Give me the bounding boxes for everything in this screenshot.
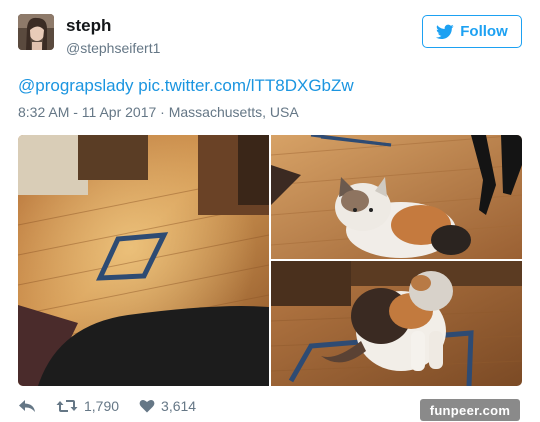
- photo-image: [18, 135, 269, 386]
- photo-image: [271, 135, 522, 259]
- reply-button[interactable]: [18, 399, 36, 413]
- tweet-actions: 1,790 3,614: [18, 398, 216, 414]
- watermark: funpeer.com: [420, 399, 520, 421]
- user-avatar-icon: [18, 14, 54, 50]
- pic-link[interactable]: pic.twitter.com/lTT8DXGbZw: [138, 76, 353, 95]
- follow-label: Follow: [460, 23, 508, 40]
- tweet-meta: 8:32 AM - 11 Apr 2017 · Massachusetts, U…: [18, 104, 299, 120]
- mention-link[interactable]: @prograpslady: [18, 76, 134, 95]
- retweet-icon: [56, 400, 78, 412]
- twitter-bird-icon: [436, 24, 454, 39]
- photo-floor-square[interactable]: [18, 135, 269, 386]
- retweet-button[interactable]: 1,790: [56, 398, 119, 414]
- media-grid: [18, 135, 522, 386]
- follow-button[interactable]: Follow: [422, 15, 522, 48]
- timestamp[interactable]: 8:32 AM - 11 Apr 2017: [18, 104, 156, 120]
- heart-icon: [139, 399, 155, 413]
- like-button[interactable]: 3,614: [139, 398, 196, 414]
- photo-cat-lying[interactable]: [271, 135, 522, 259]
- photo-image: [271, 261, 522, 386]
- user-handle[interactable]: @stephseifert1: [66, 40, 160, 56]
- tweet-text: @prograpslady pic.twitter.com/lTT8DXGbZw: [18, 76, 354, 96]
- retweet-count: 1,790: [84, 398, 120, 414]
- meta-separator: ·: [160, 104, 165, 120]
- like-count: 3,614: [161, 398, 197, 414]
- display-name[interactable]: steph: [66, 16, 111, 36]
- reply-icon: [19, 400, 35, 412]
- location[interactable]: Massachusetts, USA: [169, 104, 299, 120]
- photo-cat-sitting[interactable]: [271, 261, 522, 386]
- avatar[interactable]: [18, 14, 54, 50]
